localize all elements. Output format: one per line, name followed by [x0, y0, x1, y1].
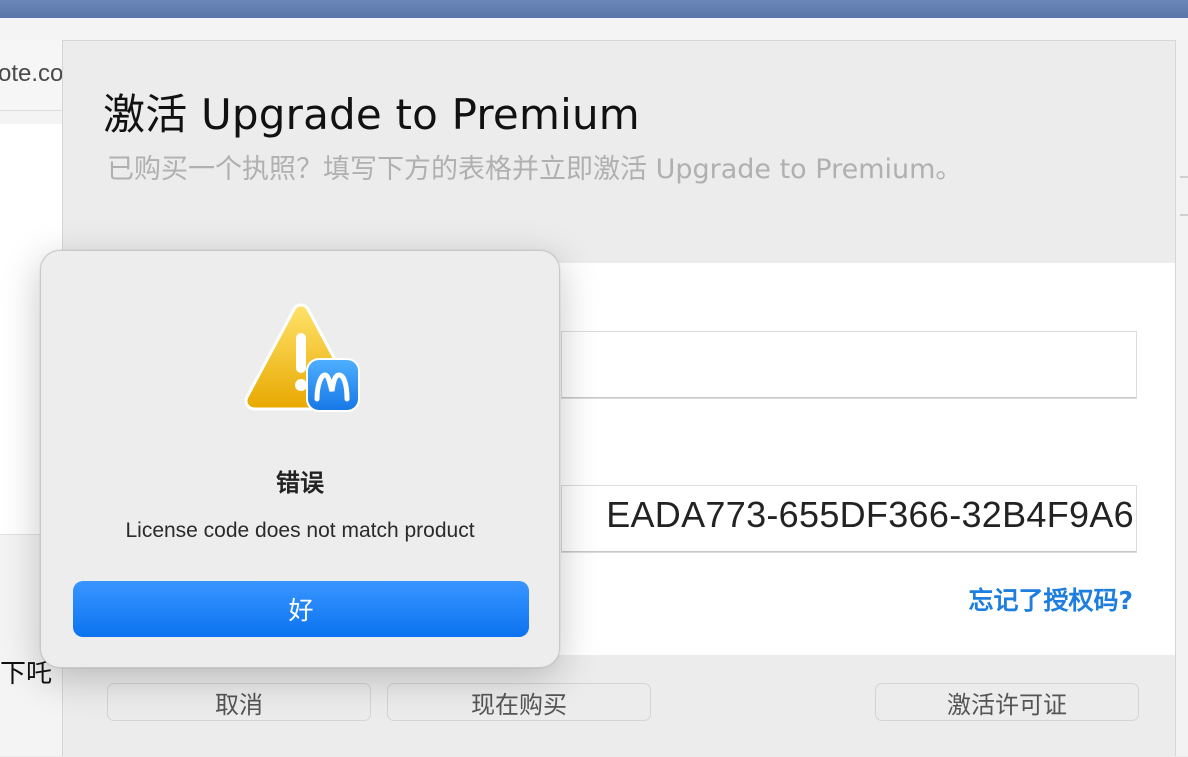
cancel-button[interactable]: 取消: [107, 683, 371, 721]
license-code-value: EADA773-655DF366-32B4F9A6: [606, 494, 1134, 535]
background-divider-right: [1180, 176, 1188, 178]
email-field[interactable]: [561, 331, 1137, 399]
alert-message: License code does not match product: [125, 519, 475, 542]
page-subtitle: 已购买一个执照？填写下方的表格并立即激活 Upgrade to Premium。: [107, 154, 963, 185]
warning-icon: [241, 301, 361, 421]
activate-license-button[interactable]: 激活许可证: [875, 683, 1139, 721]
ok-button[interactable]: 好: [73, 581, 529, 637]
background-menu-bar: [0, 0, 1188, 18]
background-url-text: ote.co: [0, 60, 64, 87]
page-title: 激活 Upgrade to Premium: [103, 90, 640, 139]
buy-now-button[interactable]: 现在购买: [387, 683, 651, 721]
sheet-header: 激活 Upgrade to Premium 已购买一个执照？填写下方的表格并立即…: [63, 41, 1175, 263]
license-code-field[interactable]: EADA773-655DF366-32B4F9A6: [561, 485, 1137, 553]
background-right-edge: [1176, 40, 1188, 756]
error-alert-dialog: 错误 License code does not match product 好: [40, 250, 560, 668]
forgot-license-link[interactable]: 忘记了授权码?: [968, 581, 1133, 617]
sheet-footer: 取消 现在购买 激活许可证: [63, 655, 1175, 757]
background-divider-right: [1180, 214, 1188, 216]
alert-title: 错误: [276, 469, 324, 497]
